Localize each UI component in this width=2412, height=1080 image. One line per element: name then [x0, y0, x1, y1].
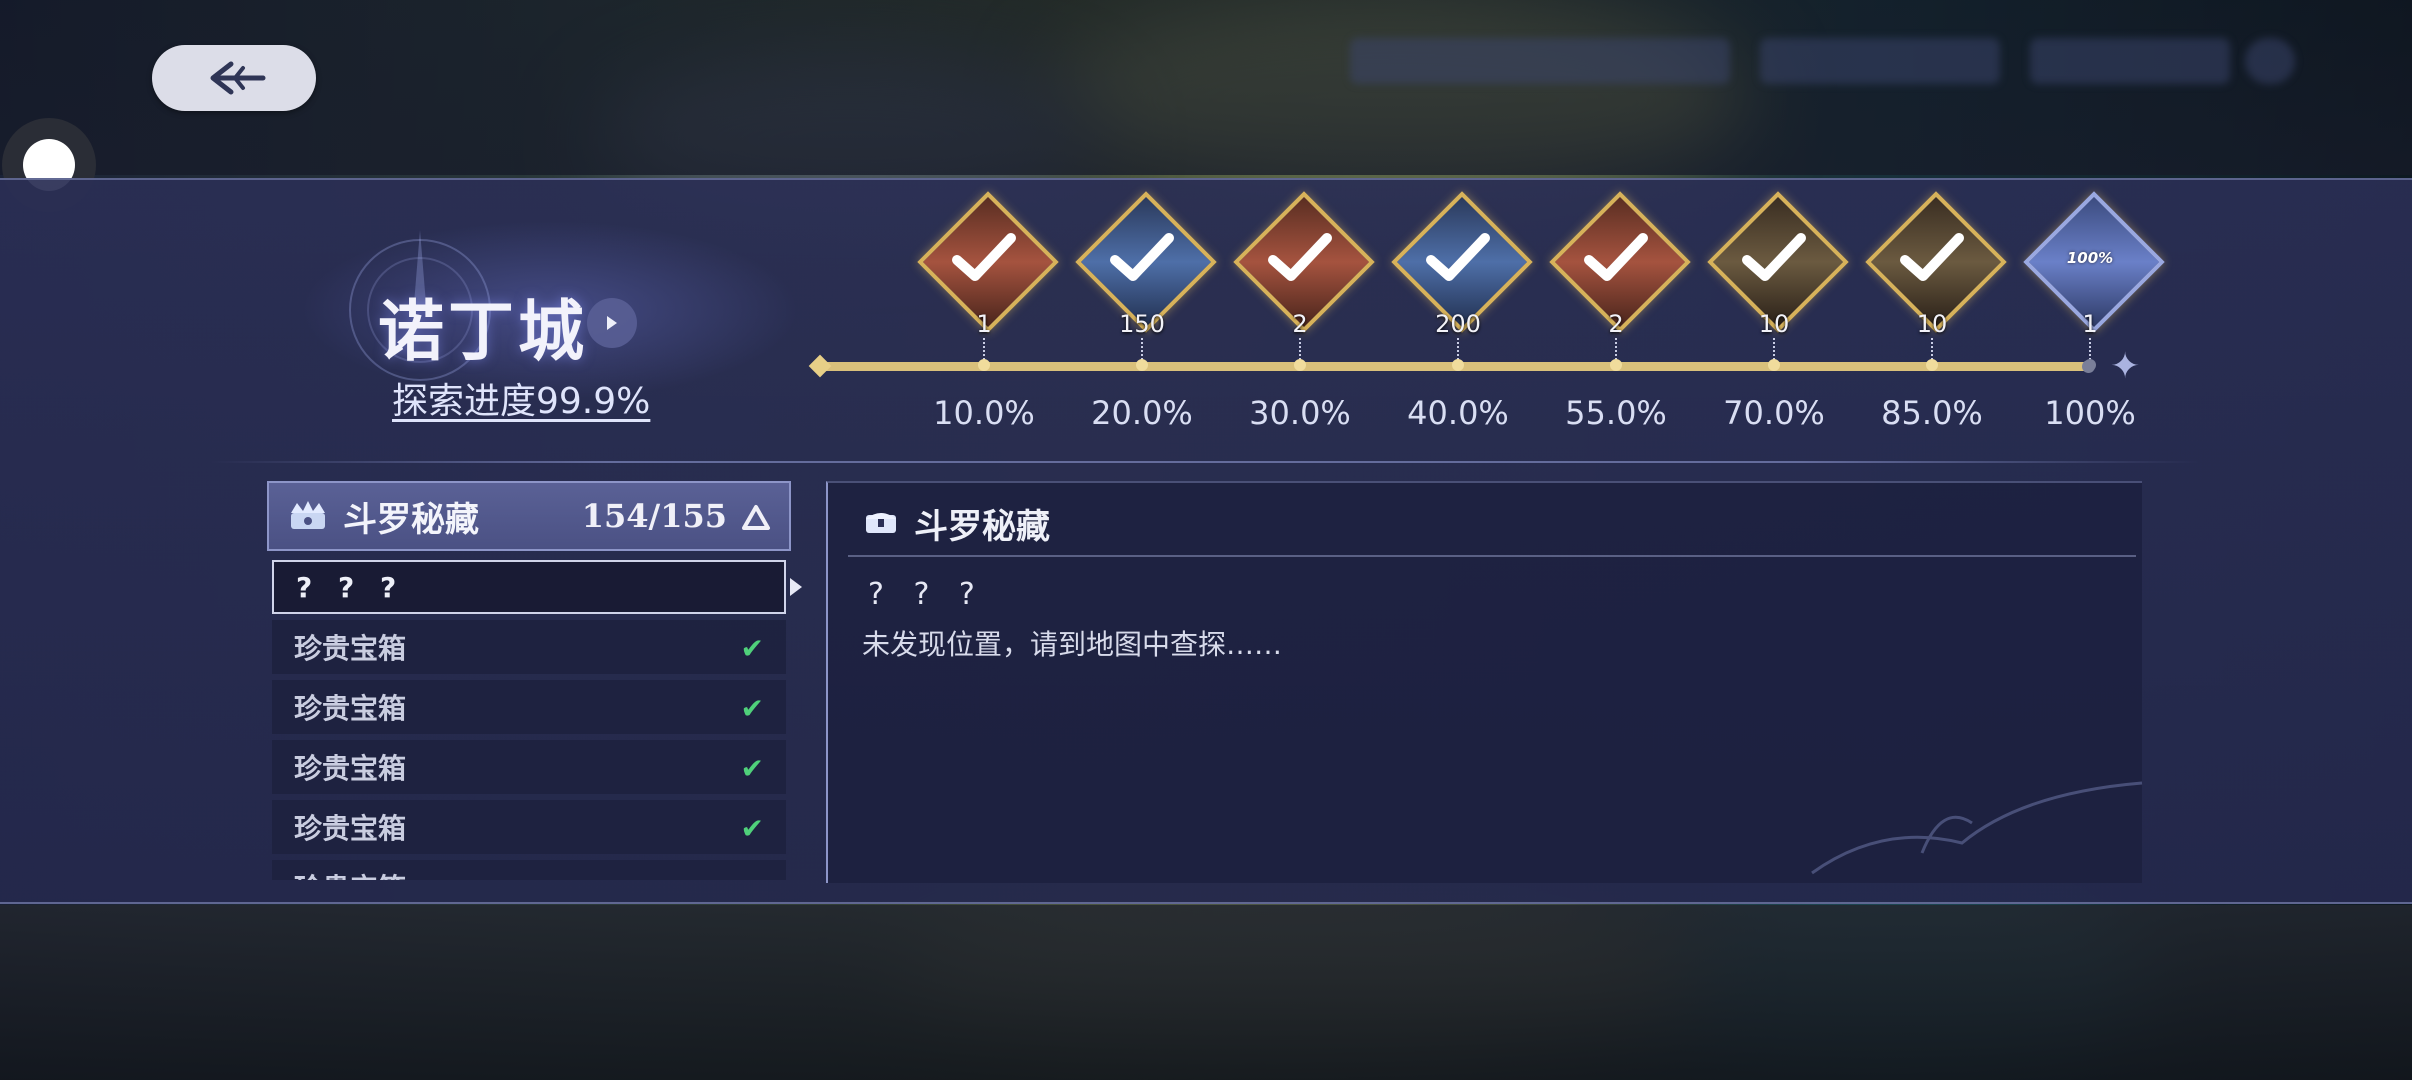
- detail-description: 未发现位置，请到地图中查探……: [862, 628, 1283, 661]
- milestone-connector: [1141, 338, 1143, 360]
- claimed-check-icon: [1232, 212, 1368, 304]
- list-item-label: 珍贵宝箱: [294, 752, 407, 785]
- detail-item-name: ? ? ?: [868, 577, 985, 612]
- list-item-label: ? ? ?: [296, 570, 405, 604]
- exploration-progress-link[interactable]: 探索进度99.9%: [392, 372, 650, 424]
- milestone-reward[interactable]: 100% 1 100%: [2022, 191, 2165, 462]
- milestone-percent: 10.0%: [933, 394, 1035, 432]
- back-arrow-icon: [210, 61, 266, 95]
- milestone-percent: 100%: [2044, 394, 2136, 432]
- badge-text: 100%: [2066, 249, 2114, 267]
- milestone-connector: [1299, 338, 1301, 360]
- milestone-node: [2084, 359, 2096, 371]
- city-title: 诺丁城: [378, 292, 588, 370]
- reward-count: 1: [976, 310, 992, 338]
- detail-panel: 斗罗秘藏 ? ? ? 未发现位置，请到地图中查探……: [826, 481, 2143, 883]
- reward-count: 10: [1916, 310, 1948, 338]
- claimed-check-icon: [1548, 212, 1684, 304]
- list-item[interactable]: 珍贵宝箱 ✔: [272, 620, 786, 674]
- top-hud-shade: [0, 0, 2412, 175]
- milestone-connector: [1457, 338, 1459, 360]
- claimed-check-icon: [1390, 212, 1526, 304]
- check-icon: ✔: [740, 692, 764, 725]
- category-title: 斗罗秘藏: [343, 499, 479, 540]
- reward-count: 2: [1292, 310, 1308, 338]
- hud-blurred-icon: [2245, 38, 2295, 84]
- reward-count: 1: [2082, 310, 2098, 338]
- section-divider: [210, 461, 2200, 463]
- collapse-chevron-icon: [742, 505, 770, 530]
- category-header[interactable]: 斗罗秘藏 154/155: [267, 481, 791, 551]
- milestone-node: [1294, 359, 1306, 371]
- milestone-percent: 70.0%: [1723, 394, 1825, 432]
- milestone-connector: [1931, 338, 1933, 360]
- milestone-reward[interactable]: 10 70.0%: [1706, 191, 1849, 462]
- hud-blurred-resource: [2030, 38, 2230, 84]
- check-icon: ✔: [741, 872, 764, 880]
- list-item[interactable]: ? ? ?: [272, 560, 786, 614]
- milestone-reward[interactable]: 2 55.0%: [1548, 191, 1691, 462]
- reward-count: 200: [1435, 310, 1481, 338]
- claimed-check-icon: [1864, 212, 2000, 304]
- list-item-label: 珍贵宝箱: [294, 632, 407, 665]
- milestone-reward[interactable]: 2 30.0%: [1232, 191, 1375, 462]
- milestone-percent: 30.0%: [1249, 394, 1351, 432]
- milestone-node: [1452, 359, 1464, 371]
- detail-divider: [848, 555, 2136, 557]
- list-item-label: 珍贵宝箱: [294, 812, 407, 845]
- check-icon: ✔: [740, 752, 764, 785]
- list-item[interactable]: 珍贵宝箱 ✔: [272, 740, 786, 794]
- milestone-node: [1610, 359, 1622, 371]
- detail-title: 斗罗秘藏: [914, 507, 1050, 547]
- milestone-reward[interactable]: 10 85.0%: [1864, 191, 2007, 462]
- milestone-connector: [983, 338, 985, 360]
- collectible-list[interactable]: ? ? ? 珍贵宝箱 ✔ 珍贵宝箱 ✔ 珍贵宝箱 ✔ 珍贵宝箱 ✔ 珍贵宝箱 ✔: [272, 558, 790, 880]
- milestone-node: [1768, 359, 1780, 371]
- reward-count: 2: [1608, 310, 1624, 338]
- milestone-connector: [1773, 338, 1775, 360]
- bottom-hud-shade: [0, 905, 2412, 1080]
- check-icon: ✔: [740, 812, 764, 845]
- milestone-percent: 85.0%: [1881, 394, 1983, 432]
- check-icon: ✔: [740, 632, 764, 665]
- milestone-node: [1136, 359, 1148, 371]
- milestone-reward[interactable]: 200 40.0%: [1390, 191, 1533, 462]
- milestone-percent: 20.0%: [1091, 394, 1193, 432]
- milestone-reward[interactable]: 1 10.0%: [916, 191, 1059, 462]
- reward-count: 10: [1758, 310, 1790, 338]
- selection-pointer-icon: [790, 578, 802, 596]
- milestone-reward[interactable]: 150 20.0%: [1074, 191, 1217, 462]
- back-button[interactable]: [152, 45, 316, 111]
- milestone-connector: [2089, 338, 2091, 360]
- list-item[interactable]: 珍贵宝箱 ✔: [272, 860, 786, 880]
- list-item[interactable]: 珍贵宝箱 ✔: [272, 800, 786, 854]
- hud-blurred-resource: [1350, 38, 1730, 84]
- milestone-percent: 55.0%: [1565, 394, 1667, 432]
- claimed-check-icon: [1706, 212, 1842, 304]
- play-arrow-icon: [607, 316, 617, 330]
- claimed-check-icon: [916, 212, 1052, 304]
- category-count: 154/155: [581, 497, 727, 535]
- city-detail-button[interactable]: [587, 298, 637, 348]
- reward-count: 150: [1119, 310, 1165, 338]
- claimed-check-icon: [1074, 212, 1210, 304]
- milestone-node: [1926, 359, 1938, 371]
- list-item-label: 珍贵宝箱: [294, 692, 407, 725]
- list-item-label: 珍贵宝箱: [294, 867, 406, 880]
- milestone-connector: [1615, 338, 1617, 360]
- hud-blurred-resource: [1760, 38, 2000, 84]
- complete-badge-icon: 100%: [2022, 212, 2158, 304]
- list-item[interactable]: 珍贵宝箱 ✔: [272, 680, 786, 734]
- rabbit-emblem-icon: [1811, 781, 2143, 875]
- treasure-crown-icon: [291, 501, 325, 529]
- milestone-percent: 40.0%: [1407, 394, 1509, 432]
- treasure-chest-icon: [866, 513, 896, 533]
- milestone-node: [978, 359, 990, 371]
